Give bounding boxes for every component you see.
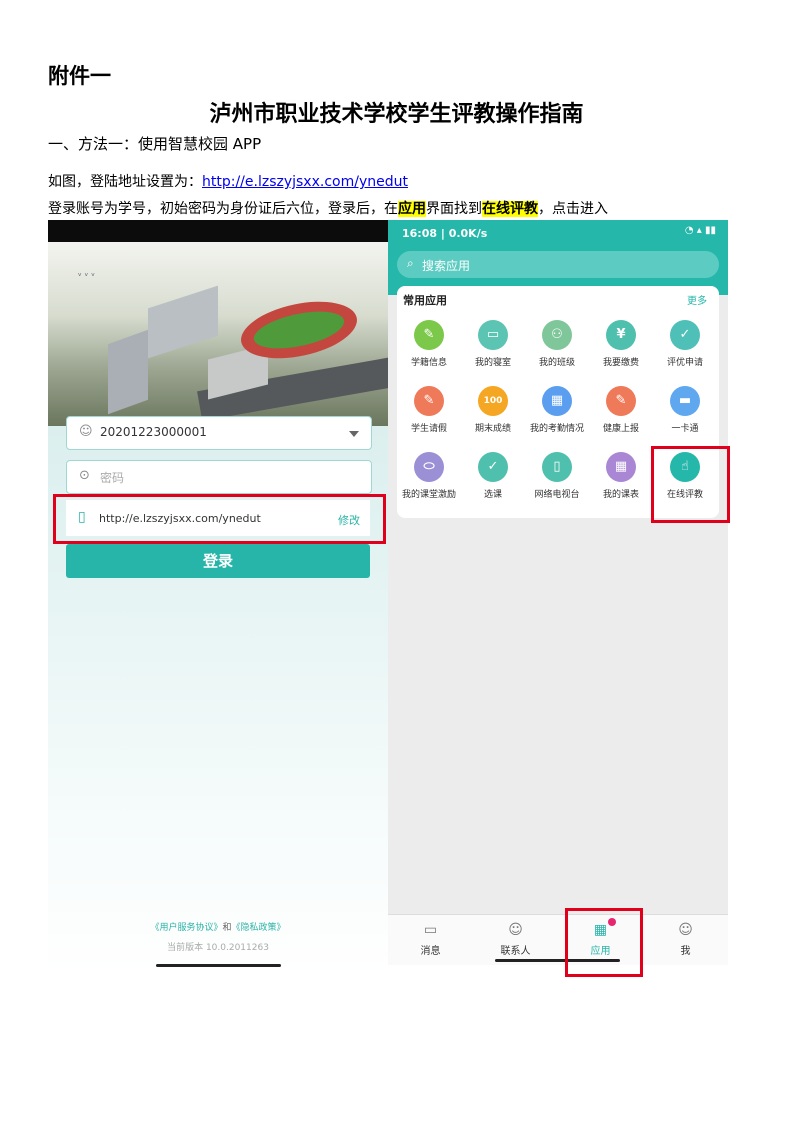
app-icon: 100 [478,386,508,416]
app-version: 当前版本 10.0.2011263 [167,943,269,953]
tab-me[interactable]: ☺ 我 [643,915,728,957]
app-item[interactable]: ▬ 一卡通 [653,386,717,434]
campus-image: ᵛ ᵛ ᵛ [48,242,388,426]
login-url-link[interactable]: http://e.lzszyjsxx.com/ynedut [202,174,408,190]
user-icon: ☺ [79,424,93,439]
app-item[interactable]: ✎ 学籍信息 [397,320,461,368]
account-field[interactable]: ☺ 20201223000001 [66,416,372,450]
app-item[interactable]: ✓ 评优申请 [653,320,717,368]
search-input[interactable]: ⌕ 搜索应用 [397,251,719,278]
app-icon: ▦ [606,452,636,482]
app-label: 我的课表 [602,490,639,500]
paragraph-instructions: 登录账号为学号，初始密码为身份证后六位，登录后，在应用界面找到在线评教，点击进入 [48,198,608,218]
app-label: 我的课堂激励 [401,490,456,500]
highlight-apps: 应用 [398,201,426,217]
status-bar [48,220,388,242]
app-icon: ▬ [670,386,700,416]
app-icon: ✎ [414,320,444,350]
app-label: 期末成绩 [474,424,511,434]
app-icon: ✓ [670,320,700,350]
paragraph-text: 登录账号为学号，初始密码为身份证后六位，登录后，在 [48,201,398,217]
building [148,285,218,359]
app-icon: ⚇ [542,320,572,350]
section-title: 常用应用 [403,294,447,307]
highlight-box-apps-tab [565,908,643,977]
app-item[interactable]: ▦ 我的考勤情况 [525,386,589,434]
password-field[interactable]: ⊙ 密码 [66,460,372,494]
login-screenshot: ᵛ ᵛ ᵛ ☺ 20201223000001 ⊙ 密码 ▯ http://e.l… [48,220,388,975]
app-label: 学籍信息 [410,358,447,368]
app-icon: ▦ [542,386,572,416]
search-icon: ⌕ [407,256,414,270]
login-button[interactable]: 登录 [66,544,370,578]
building [108,329,148,415]
service-agreement-link[interactable]: 《用户服务协议》 [150,923,222,933]
app-label: 我的考勤情况 [529,424,584,434]
app-label: 我的寝室 [474,358,511,368]
tab-label: 联系人 [500,946,531,957]
tab-label: 消息 [420,946,441,957]
app-item[interactable]: ▦ 我的课表 [589,452,653,500]
app-label: 网络电视台 [534,490,580,500]
app-label: 选课 [483,490,502,500]
tab-label: 我 [680,946,691,957]
highlight-box-url [53,494,386,544]
contacts-icon: ☺ [508,922,523,938]
tab-contacts[interactable]: ☺ 联系人 [473,915,558,957]
app-label: 我的班级 [538,358,575,368]
app-label: 评优申请 [666,358,703,368]
paragraph-login-url: 如图，登陆地址设置为：http://e.lzszyjsxx.com/ynedut [48,171,408,191]
app-item[interactable]: ✓ 选课 [461,452,525,500]
tab-messages[interactable]: ▭ 消息 [388,915,473,957]
app-item[interactable]: ⬭ 我的课堂激励 [397,452,461,500]
agreement-links: 《用户服务协议》和《隐私政策》 [48,920,388,933]
status-icons: ◔ ▴ ▮▮ [684,225,716,236]
paragraph-text: 如图，登陆地址设置为： [48,174,202,190]
app-icon: ✎ [414,386,444,416]
message-icon: ▭ [423,922,438,938]
app-item[interactable]: ▯ 网络电视台 [525,452,589,500]
password-placeholder: 密码 [100,471,125,485]
app-item[interactable]: ✎ 健康上报 [589,386,653,434]
app-item[interactable]: ⚇ 我的班级 [525,320,589,368]
app-label: 我要缴费 [602,358,639,368]
app-icon: ✎ [606,386,636,416]
app-icon: ▭ [478,320,508,350]
bottom-tab-bar: ▭ 消息 ☺ 联系人 ▦ 应用 ☺ 我 [388,914,728,965]
status-time: 16:08 | 0.0K/s [402,227,488,240]
chevron-down-icon[interactable] [349,431,359,437]
highlight-box-online-eval [651,446,730,523]
section-heading: 一、方法一：使用智慧校园 APP [48,135,262,153]
app-label: 健康上报 [602,424,639,434]
apps-screenshot: 16:08 | 0.0K/s ◔ ▴ ▮▮ ⌕ 搜索应用 常用应用 更多 ✎ 学籍… [388,220,728,965]
profile-icon: ☺ [678,922,693,938]
paragraph-text: 界面找到 [426,201,482,217]
app-item[interactable]: ¥ 我要缴费 [589,320,653,368]
document-title: 泸州市职业技术学校学生评教操作指南 [209,101,584,127]
highlight-online-eval: 在线评教 [482,201,538,217]
app-label: 学生请假 [410,424,447,434]
home-indicator [156,964,281,967]
birds-decoration: ᵛ ᵛ ᵛ [78,272,95,282]
paragraph-text: ，点击进入 [538,201,608,217]
privacy-policy-link[interactable]: 《隐私政策》 [232,923,286,933]
app-item[interactable]: ✎ 学生请假 [397,386,461,434]
more-link[interactable]: 更多 [687,292,707,307]
lock-icon: ⊙ [79,468,90,483]
app-item[interactable]: 100 期末成绩 [461,386,525,434]
app-icon: ✓ [478,452,508,482]
app-header: 16:08 | 0.0K/s ◔ ▴ ▮▮ ⌕ 搜索应用 [388,220,728,295]
app-icon: ¥ [606,320,636,350]
attachment-label: 附件一 [48,63,111,88]
search-placeholder: 搜索应用 [422,259,471,273]
app-label: 一卡通 [671,424,699,434]
account-value: 20201223000001 [100,425,207,439]
app-icon: ⬭ [414,452,444,482]
app-item[interactable]: ▭ 我的寝室 [461,320,525,368]
app-icon: ▯ [542,452,572,482]
agreement-and: 和 [222,923,232,933]
